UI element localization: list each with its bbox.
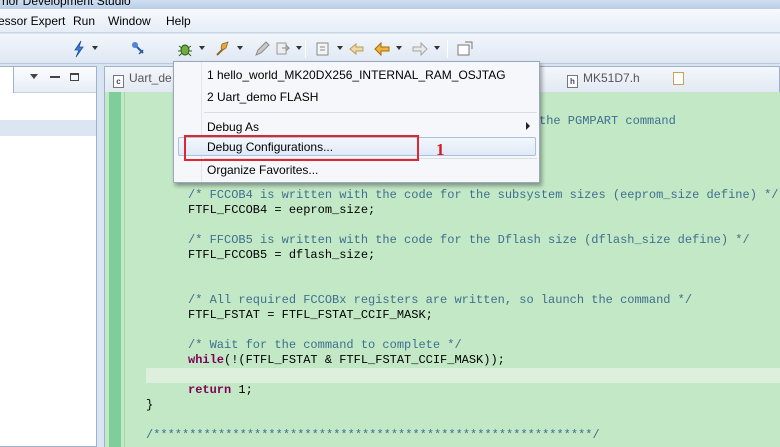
chevron-down-icon[interactable] [237, 46, 243, 50]
current-line-highlight [146, 368, 780, 383]
code-line: /* FFCOB5 is written with the code for t… [188, 233, 750, 247]
chevron-down-icon[interactable] [434, 46, 440, 50]
selected-tree-row[interactable] [0, 120, 96, 136]
menu-separator [204, 112, 537, 113]
left-view-tab[interactable] [0, 67, 14, 93]
menu-item-organize-favorites[interactable]: Organize Favorites... [207, 163, 318, 177]
window-title: rrior Development Studio [0, 0, 131, 8]
pin-icon[interactable] [129, 40, 147, 58]
h-file-icon: h [567, 75, 578, 88]
code-line: the PGMPART command [539, 114, 676, 128]
chevron-down-icon[interactable] [396, 46, 402, 50]
tab-label: MK51D7.h [583, 71, 640, 85]
code-line: while(!(FTFL_FSTAT & FTFL_FSTAT_CCIF_MAS… [188, 353, 505, 368]
submenu-arrow-icon [526, 122, 530, 130]
chevron-down-icon[interactable] [337, 46, 343, 50]
toolbar-separator [447, 40, 448, 58]
editor-gutter [126, 92, 146, 447]
open-perspective-icon[interactable] [456, 40, 474, 58]
back-icon[interactable] [373, 40, 391, 58]
maximize-icon[interactable] [70, 73, 79, 81]
code-line: return 1; [188, 383, 253, 398]
menu-icon-column [174, 62, 202, 182]
menu-bar: essor Expert Run Window Help [0, 9, 780, 33]
code-text: 1; [231, 383, 253, 397]
ruler-marker [109, 92, 121, 447]
tab-overflow[interactable] [673, 72, 689, 92]
chevron-down-icon[interactable] [92, 46, 98, 50]
code-line: FTFL_FCCOB5 = dflash_size; [188, 248, 376, 262]
left-view-panel [0, 66, 97, 447]
left-view-header [0, 67, 96, 93]
code-line: /* Wait for the command to complete */ [188, 338, 462, 352]
tab-mk51d7-h[interactable]: h MK51D7.h [567, 71, 640, 91]
code-line: } [146, 398, 154, 412]
debug-dropdown-menu: 1 hello_world_MK20DX256_INTERNAL_RAM_OSJ… [173, 61, 540, 183]
menu-run[interactable]: Run [73, 14, 95, 28]
menu-window[interactable]: Window [108, 14, 151, 28]
menu-processor-expert[interactable]: essor Expert [0, 14, 65, 28]
code-line: FTFL_FSTAT = FTFL_FSTAT_CCIF_MASK; [188, 308, 433, 322]
menu-item-debug-as[interactable]: Debug As [207, 120, 259, 134]
code-line: /* All required FCCOBx registers are wri… [188, 293, 693, 307]
view-menu-icon[interactable] [30, 74, 38, 79]
menu-help[interactable]: Help [166, 14, 191, 28]
tab-label: Uart_de [129, 71, 172, 85]
step-icon[interactable] [274, 40, 292, 58]
chevron-down-icon[interactable] [199, 46, 205, 50]
tab-uart-demo[interactable]: c Uart_de [113, 71, 172, 91]
file-icon [673, 72, 684, 85]
minimize-icon[interactable] [50, 76, 60, 78]
toolbar-separator [305, 40, 306, 58]
keyword: while [188, 353, 225, 367]
forward-icon[interactable] [411, 40, 429, 58]
overview-ruler [105, 92, 125, 447]
code-line: /***************************************… [146, 428, 600, 442]
debug-bug-icon[interactable] [176, 40, 194, 58]
annotation-box [184, 135, 419, 161]
keyword: return [188, 383, 232, 397]
chevron-down-icon[interactable] [296, 46, 302, 50]
code-text: (!(FTFL_FSTAT & FTFL_FSTAT_CCIF_MASK)); [224, 353, 505, 367]
lightning-icon[interactable] [70, 40, 88, 58]
code-line: FTFL_FCCOB4 = eeprom_size; [188, 203, 376, 217]
menu-item-recent-2[interactable]: 2 Uart_demo FLASH [207, 90, 318, 104]
main-toolbar [0, 34, 780, 64]
annotation-number: 1 [436, 140, 445, 159]
back-history-icon[interactable] [348, 40, 366, 58]
menu-item-recent-1[interactable]: 1 hello_world_MK20DX256_INTERNAL_RAM_OSJ… [207, 68, 506, 82]
build-icon[interactable] [314, 40, 332, 58]
run-icon[interactable] [214, 40, 232, 58]
window-title-bar: rrior Development Studio [0, 0, 780, 9]
c-file-icon: c [113, 75, 124, 88]
pencil-icon[interactable] [253, 40, 271, 58]
code-line: /* FCCOB4 is written with the code for t… [188, 188, 779, 202]
